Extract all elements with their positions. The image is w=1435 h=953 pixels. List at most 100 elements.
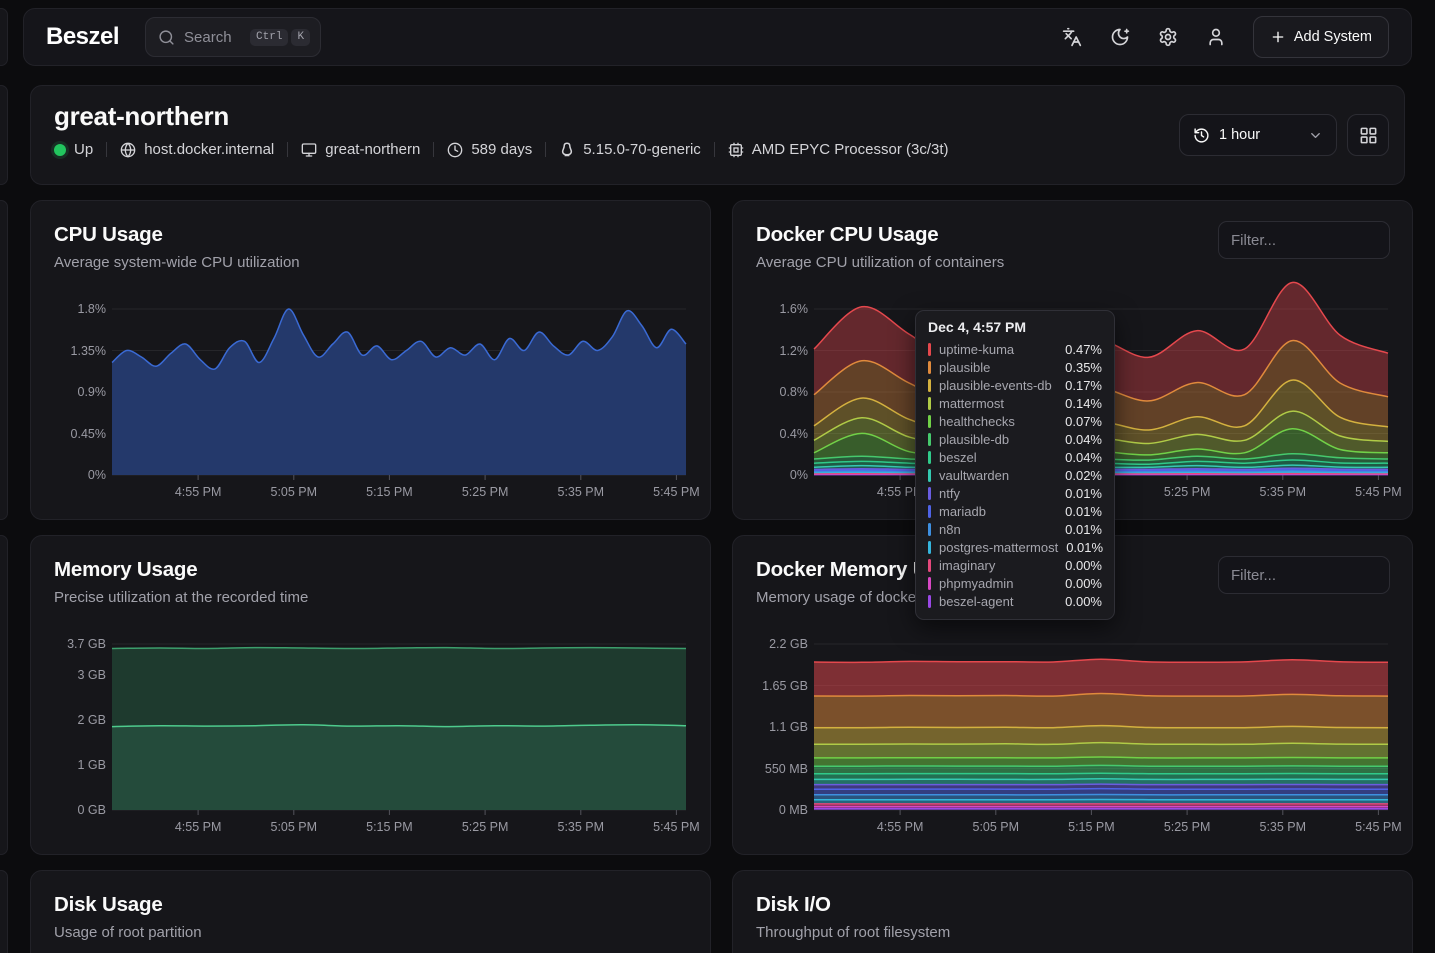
series-value: 0.02% xyxy=(1065,468,1102,483)
series-value: 0.04% xyxy=(1065,432,1102,447)
tooltip-row: healthchecks0.07% xyxy=(928,412,1102,430)
navbar-actions: Add System xyxy=(1053,16,1389,58)
series-name: beszel xyxy=(939,450,977,465)
x-axis-tick-label: 5:05 PM xyxy=(973,820,1020,834)
series-name: plausible xyxy=(939,360,990,375)
y-axis-tick-label: 550 MB xyxy=(756,762,808,776)
series-value: 0.17% xyxy=(1065,378,1102,393)
cpu-chart-plot[interactable]: 4:55 PM5:05 PM5:15 PM5:25 PM5:35 PM5:45 … xyxy=(112,309,686,475)
docker-cpu-filter-input[interactable] xyxy=(1218,221,1390,259)
system-name-label: great-northern xyxy=(325,141,420,158)
series-color-chip xyxy=(928,451,931,464)
series-name: uptime-kuma xyxy=(939,342,1014,357)
beszel-dashboard: Beszel Search CtrlK Add System xyxy=(0,0,1435,953)
series-color-chip xyxy=(928,505,931,518)
chart-tooltip-rows: uptime-kuma0.47%plausible0.35%plausible-… xyxy=(928,340,1102,610)
beszel-logo[interactable]: Beszel xyxy=(46,23,119,51)
language-button[interactable] xyxy=(1053,18,1091,56)
series-color-chip xyxy=(928,433,931,446)
x-axis-tick-label: 5:35 PM xyxy=(1260,820,1307,834)
disk-io-card-title: Disk I/O xyxy=(756,893,1390,917)
series-value: 0.01% xyxy=(1065,504,1102,519)
search-button[interactable]: Search CtrlK xyxy=(145,17,321,57)
tooltip-row: uptime-kuma 0.47% xyxy=(928,340,1102,358)
tooltip-row: plausible-events-db 0.17% xyxy=(928,376,1102,394)
divider xyxy=(106,142,107,157)
x-axis-tick-label: 5:05 PM xyxy=(271,820,318,834)
x-axis-tick-label: 5:25 PM xyxy=(1164,820,1211,834)
series-value: 0.00% xyxy=(1065,558,1102,573)
series-name: plausible-events-db xyxy=(939,378,1052,393)
series-color-chip xyxy=(928,559,931,572)
add-system-button[interactable]: Add System xyxy=(1253,16,1389,58)
series-value: 0.01% xyxy=(1065,486,1102,501)
x-axis-tick-label: 4:55 PM xyxy=(175,820,222,834)
globe-icon xyxy=(120,142,136,158)
kbd-ctrl: Ctrl xyxy=(250,29,288,46)
theme-toggle-button[interactable] xyxy=(1101,18,1139,56)
docker-memory-chart-plot[interactable]: 4:55 PM5:05 PM5:15 PM5:25 PM5:35 PM5:45 … xyxy=(814,644,1388,810)
cpu-chip-icon xyxy=(728,142,744,158)
series-color-chip xyxy=(928,469,931,482)
series-name: mattermost xyxy=(939,396,1004,411)
series-color-chip xyxy=(928,577,931,590)
time-range-select[interactable]: 1 hour xyxy=(1179,114,1337,156)
offscreen-card-edge xyxy=(0,8,8,66)
monitor-icon xyxy=(301,142,317,158)
x-axis-tick-label: 5:25 PM xyxy=(1164,485,1211,499)
system-header: great-northern Up host.docker.internal g… xyxy=(30,85,1405,185)
x-axis-tick-label: 5:15 PM xyxy=(366,820,413,834)
status-label: Up xyxy=(74,141,93,158)
layout-grid-button[interactable] xyxy=(1347,114,1389,156)
series-value: 0.47% xyxy=(1065,342,1102,357)
series-value: 0.00% xyxy=(1065,576,1102,591)
y-axis-tick-label: 1.35% xyxy=(54,344,106,358)
user-menu-button[interactable] xyxy=(1197,18,1235,56)
uptime-clock-icon xyxy=(447,142,463,158)
series-value: 0.00% xyxy=(1065,594,1102,609)
offscreen-card-edge xyxy=(0,870,8,953)
series-color-chip xyxy=(928,541,931,554)
tooltip-row: ntfy0.01% xyxy=(928,484,1102,502)
settings-button[interactable] xyxy=(1149,18,1187,56)
hostname-label: host.docker.internal xyxy=(144,141,274,158)
kbd-k: K xyxy=(291,29,310,46)
x-axis-tick-label: 4:55 PM xyxy=(175,485,222,499)
y-axis-tick-label: 3 GB xyxy=(54,668,106,682)
y-axis-tick-label: 2.2 GB xyxy=(756,637,808,651)
x-axis-tick-label: 5:45 PM xyxy=(653,820,700,834)
y-axis-tick-label: 3.7 GB xyxy=(54,637,106,651)
x-axis-tick-label: 5:45 PM xyxy=(1355,485,1402,499)
divider xyxy=(287,142,288,157)
offscreen-card-edge xyxy=(0,535,8,855)
y-axis-tick-label: 0.45% xyxy=(54,427,106,441)
series-name: beszel-agent xyxy=(939,594,1013,609)
offscreen-card-edge xyxy=(0,85,8,185)
series-name: vaultwarden xyxy=(939,468,1009,483)
tooltip-row: beszel-agent 0.00% xyxy=(928,592,1102,610)
system-hostname: host.docker.internal xyxy=(120,141,274,158)
series-color-chip xyxy=(928,415,931,428)
series-color-chip xyxy=(928,343,931,356)
user-icon xyxy=(1206,27,1226,47)
tooltip-row: vaultwarden 0.02% xyxy=(928,466,1102,484)
series-value: 0.14% xyxy=(1065,396,1102,411)
system-status: Up xyxy=(54,141,93,158)
navbar: Beszel Search CtrlK Add System xyxy=(23,8,1412,66)
series-value: 0.01% xyxy=(1066,540,1103,555)
memory-chart-plot[interactable]: 4:55 PM5:05 PM5:15 PM5:25 PM5:35 PM5:45 … xyxy=(112,644,686,810)
gear-icon xyxy=(1158,27,1178,47)
y-axis-tick-label: 1 GB xyxy=(54,758,106,772)
x-axis-tick-label: 5:45 PM xyxy=(653,485,700,499)
x-axis-tick-label: 5:05 PM xyxy=(271,485,318,499)
plus-icon xyxy=(1270,29,1286,45)
search-label: Search xyxy=(184,29,232,46)
x-axis-tick-label: 5:35 PM xyxy=(558,485,605,499)
system-kernel: 5.15.0-70-generic xyxy=(559,141,701,158)
x-axis-tick-label: 5:35 PM xyxy=(1260,485,1307,499)
memory-usage-card: Memory Usage Precise utilization at the … xyxy=(30,535,711,855)
disk-usage-card: Disk Usage Usage of root partition xyxy=(30,870,711,953)
system-name: great-northern xyxy=(301,141,420,158)
language-icon xyxy=(1062,27,1082,47)
docker-memory-filter-input[interactable] xyxy=(1218,556,1390,594)
